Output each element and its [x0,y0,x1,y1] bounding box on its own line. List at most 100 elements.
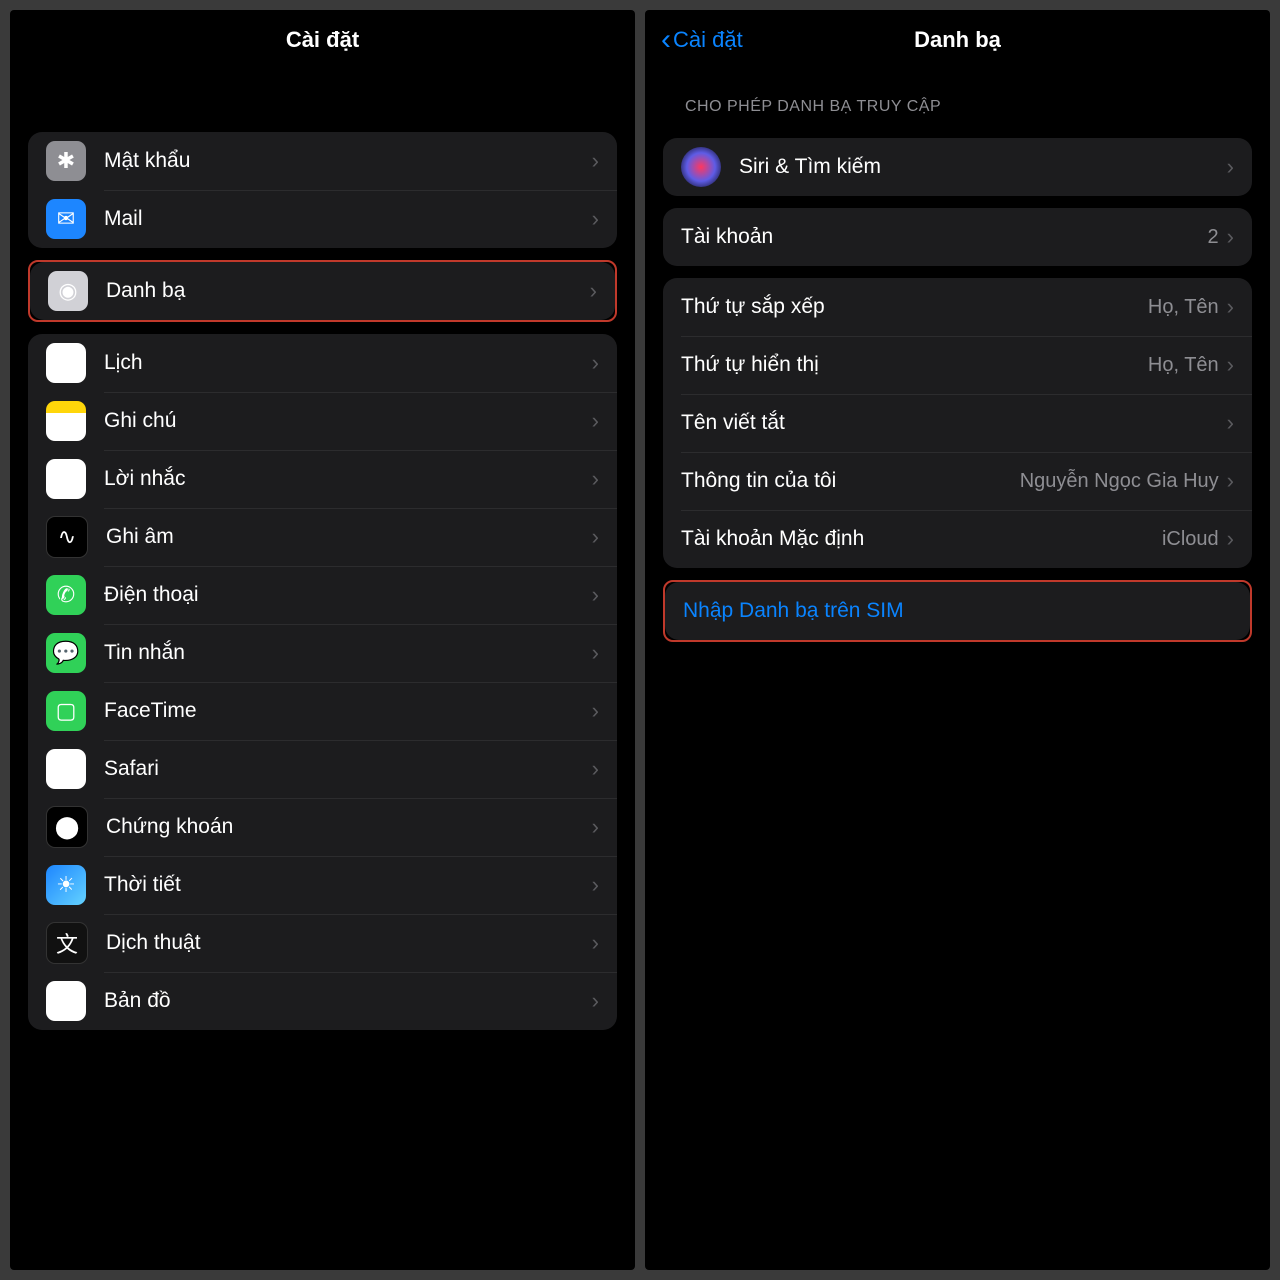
row-label: Ghi chú [104,409,592,433]
chevron-right-icon: › [592,466,599,492]
option-row[interactable]: Tên viết tắt› [663,394,1252,452]
contacts-highlight: ◉ Danh bạ› [28,260,617,322]
row-label: Tài khoản [681,225,1208,249]
row-label: Tin nhắn [104,641,592,665]
settings-row-facetime[interactable]: ▢FaceTime› [28,682,617,740]
row-label: Điện thoại [104,583,592,607]
chevron-right-icon: › [592,698,599,724]
row-label: Thứ tự hiển thị [681,353,1148,377]
weather-icon: ☀ [46,865,86,905]
row-label: Danh bạ [106,279,590,303]
contacts-icon: ◉ [48,271,88,311]
safari-icon: ✪ [46,749,86,789]
row-label: Lời nhắc [104,467,592,491]
row-value: Nguyễn Ngọc Gia Huy [1020,470,1219,493]
settings-row-notes[interactable]: Ghi chú› [28,392,617,450]
settings-row-maps[interactable]: ⌖ Bản đồ› [28,972,617,1030]
chevron-right-icon: › [592,408,599,434]
maps-icon: ⌖ [46,981,86,1021]
settings-row-contacts[interactable]: ◉ Danh bạ› [30,262,615,320]
option-row[interactable]: Thứ tự sắp xếpHọ, Tên› [663,278,1252,336]
options-group: Thứ tự sắp xếpHọ, Tên›Thứ tự hiển thịHọ,… [663,278,1252,568]
chevron-right-icon: › [592,814,599,840]
settings-row-phone[interactable]: ✆ Điện thoại› [28,566,617,624]
chevron-right-icon: › [1227,294,1234,320]
option-row[interactable]: Thông tin của tôiNguyễn Ngọc Gia Huy› [663,452,1252,510]
row-label: Tên viết tắt [681,411,1227,435]
row-label: Nhập Danh bạ trên SIM [683,599,1232,623]
chevron-right-icon: › [592,148,599,174]
reminders-icon: ☰ [46,459,86,499]
calendar-icon: ▦ [46,343,86,383]
row-label: Tài khoản Mặc định [681,527,1162,551]
settings-row-weather[interactable]: ☀ Thời tiết› [28,856,617,914]
settings-list: ✱Mật khẩu›✉Mail›◉Danh bạ›▦Lịch›Ghi chú›☰… [10,70,635,1270]
row-value: Họ, Tên [1148,354,1219,377]
stocks-icon: ⬤ [46,806,88,848]
row-label: Bản đồ [104,989,592,1013]
notes-icon [46,401,86,441]
chevron-right-icon: › [1227,410,1234,436]
import-sim-group: Nhập Danh bạ trên SIM [665,582,1250,640]
row-label: Ghi âm [106,525,592,549]
chevron-right-icon: › [592,524,599,550]
chevron-right-icon: › [592,582,599,608]
settings-row-key[interactable]: ✱ Mật khẩu› [28,132,617,190]
chevron-right-icon: › [1227,352,1234,378]
settings-screen: Cài đặt ✱Mật khẩu›✉Mail›◉Danh bạ›▦Lịch›G… [10,10,635,1270]
back-button[interactable]: ‹ Cài đặt [661,25,743,55]
row-value: iCloud [1162,528,1219,551]
settings-row-translate[interactable]: 文 Dịch thuật› [28,914,617,972]
key-icon: ✱ [46,141,86,181]
chevron-right-icon: › [592,756,599,782]
back-label: Cài đặt [673,27,743,53]
settings-row-stocks[interactable]: ⬤ Chứng khoán› [28,798,617,856]
row-label: Mật khẩu [104,149,592,173]
accounts-group: Tài khoản 2 › [663,208,1252,266]
option-row[interactable]: Tài khoản Mặc địnhiCloud › [663,510,1252,568]
navbar-right: ‹ Cài đặt Danh bạ [645,10,1270,70]
messages-icon: 💬 [46,633,86,673]
chevron-right-icon: › [1227,526,1234,552]
option-row[interactable]: Thứ tự hiển thịHọ, Tên › [663,336,1252,394]
row-value: 2 [1208,226,1219,249]
contacts-content: CHO PHÉP DANH BẠ TRUY CẬP Siri & Tìm kiế… [645,70,1270,1270]
accounts-row[interactable]: Tài khoản 2 › [663,208,1252,266]
phone-icon: ✆ [46,575,86,615]
chevron-right-icon: › [592,350,599,376]
row-label: Mail [104,207,592,231]
row-label: Safari [104,757,592,781]
mail-icon: ✉ [46,199,86,239]
settings-group: ▦Lịch›Ghi chú›☰Lời nhắc›∿Ghi âm›✆Điện th… [28,334,617,1030]
import-sim-row[interactable]: Nhập Danh bạ trên SIM [665,582,1250,640]
row-label: Thông tin của tôi [681,469,1020,493]
import-sim-highlight: Nhập Danh bạ trên SIM [663,580,1252,642]
section-header: CHO PHÉP DANH BẠ TRUY CẬP [645,70,1270,126]
contacts-settings-screen: ‹ Cài đặt Danh bạ CHO PHÉP DANH BẠ TRUY … [645,10,1270,1270]
chevron-right-icon: › [590,278,597,304]
row-label: Siri & Tìm kiếm [739,155,1227,179]
row-label: FaceTime [104,699,592,723]
chevron-right-icon: › [592,872,599,898]
row-label: Chứng khoán [106,815,592,839]
settings-row-calendar[interactable]: ▦Lịch› [28,334,617,392]
settings-row-reminders[interactable]: ☰ Lời nhắc› [28,450,617,508]
settings-row-safari[interactable]: ✪ Safari› [28,740,617,798]
settings-row-voicememos[interactable]: ∿ Ghi âm› [28,508,617,566]
settings-row-messages[interactable]: 💬 Tin nhắn› [28,624,617,682]
page-title: Cài đặt [286,27,359,53]
siri-search-row[interactable]: Siri & Tìm kiếm › [663,138,1252,196]
chevron-right-icon: › [592,206,599,232]
chevron-right-icon: › [592,988,599,1014]
chevron-right-icon: › [592,930,599,956]
settings-row-mail[interactable]: ✉ Mail› [28,190,617,248]
siri-group: Siri & Tìm kiếm › [663,138,1252,196]
translate-icon: 文 [46,922,88,964]
voicememos-icon: ∿ [46,516,88,558]
chevron-left-icon: ‹ [661,25,671,55]
chevron-right-icon: › [592,640,599,666]
row-label: Thời tiết [104,873,592,897]
row-label: Dịch thuật [106,931,592,955]
siri-icon [681,147,721,187]
settings-group: ✱Mật khẩu›✉Mail› [28,132,617,248]
